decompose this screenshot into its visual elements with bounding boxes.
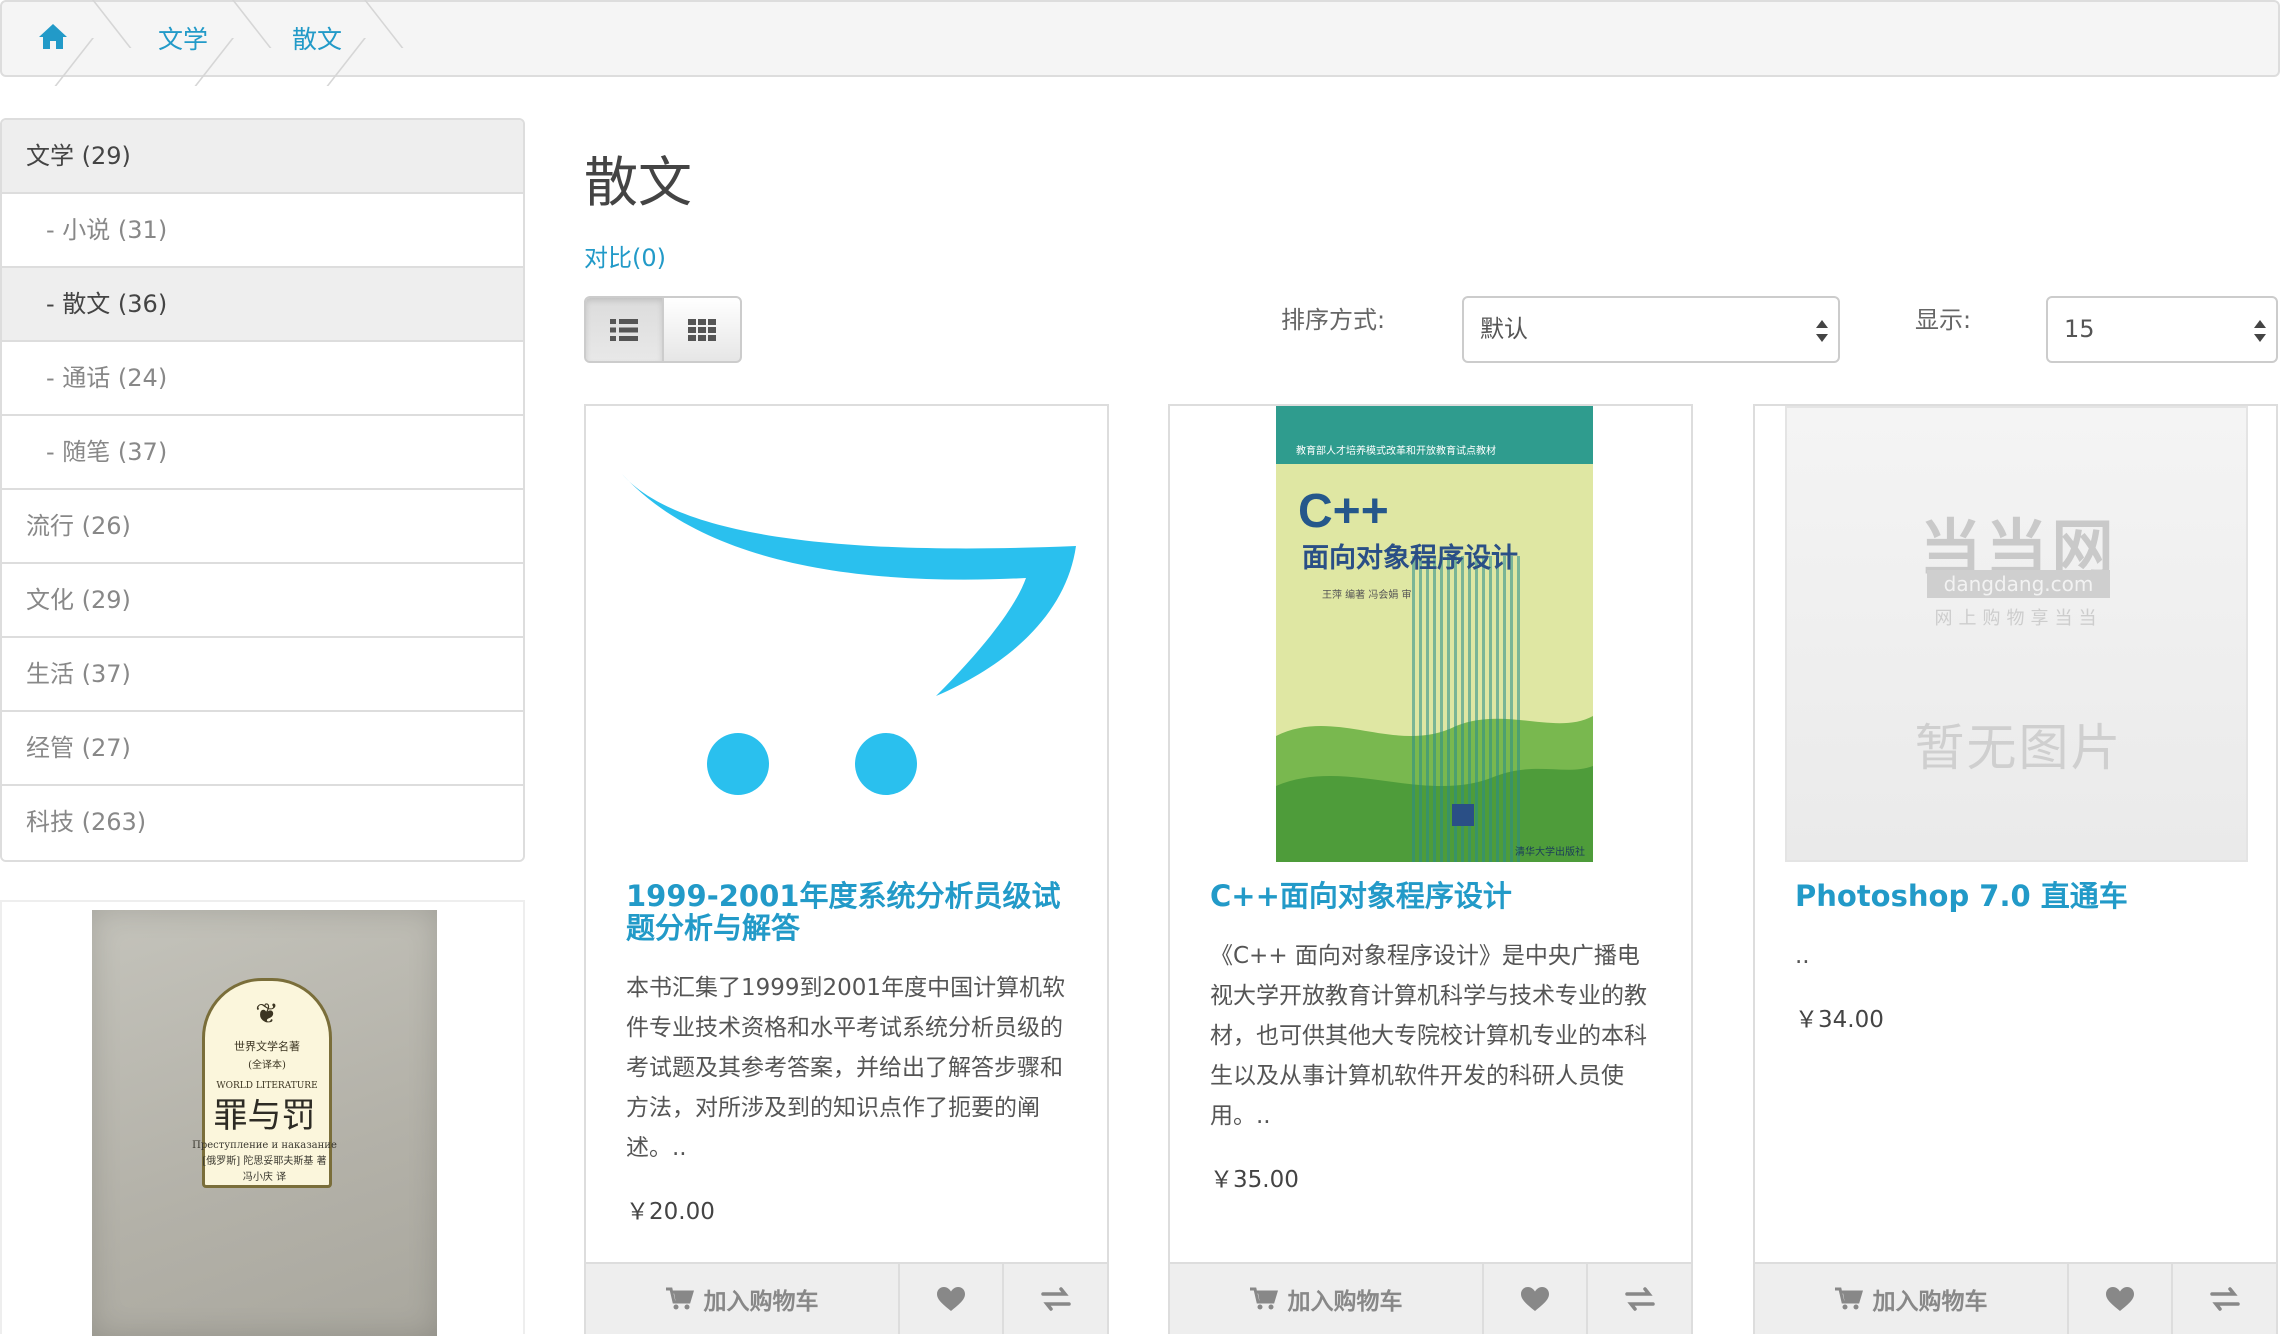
limit-label: 显示: xyxy=(1915,306,1972,334)
add-to-wishlist-button[interactable] xyxy=(900,1264,1004,1334)
product-actions: 加入购物车 xyxy=(1170,1262,1691,1334)
home-icon[interactable] xyxy=(37,20,77,60)
product-image[interactable]: 当当网 dangdang.com 网上购物享当当 暂无图片 xyxy=(1755,406,2276,866)
list-icon xyxy=(610,318,638,341)
cover-logo: C++ xyxy=(1298,485,1389,538)
product-actions: 加入购物车 xyxy=(586,1262,1107,1334)
product-image[interactable] xyxy=(586,406,1107,866)
add-to-cart-button[interactable]: 加入购物车 xyxy=(1755,1264,2069,1334)
category-item-culture[interactable]: 文化 (29) xyxy=(2,564,523,638)
view-toggle xyxy=(584,296,742,363)
no-image-placeholder: 当当网 dangdang.com 网上购物享当当 暂无图片 xyxy=(1785,406,2248,862)
sort-select[interactable]: 默认 xyxy=(1462,296,1840,363)
book-title: 罪与罚 xyxy=(213,1096,316,1136)
placeholder-message: 暂无图片 xyxy=(1914,719,2123,777)
product-price: ￥20.00 xyxy=(626,1199,715,1225)
grid-view-button[interactable] xyxy=(664,298,740,361)
compare-button[interactable] xyxy=(1588,1264,1691,1334)
limit-select[interactable]: 15 xyxy=(2046,296,2278,363)
category-item-literature[interactable]: 文学 (29) xyxy=(2,120,523,194)
book-series-note: (全译本) xyxy=(248,1060,286,1071)
category-item-management[interactable]: 经管 (27) xyxy=(2,712,523,786)
book-subtitle: Преступление и наказание [俄罗斯] 陀思妥耶夫斯基 著… xyxy=(92,1138,437,1186)
sort-label: 排序方式: xyxy=(1281,306,1386,334)
cover-publisher: 清华大学出版社 xyxy=(1515,847,1585,858)
add-to-cart-button[interactable]: 加入购物车 xyxy=(1170,1264,1484,1334)
sort-select-value: 默认 xyxy=(1480,315,1528,343)
cover-title: 面向对象程序设计 xyxy=(1302,543,1518,574)
product-compare-link[interactable]: 对比(0) xyxy=(584,238,666,273)
breadcrumb-separator xyxy=(232,0,272,77)
opencart-cart-icon xyxy=(622,474,1076,795)
product-price: ￥35.00 xyxy=(1210,1167,1299,1193)
category-item-essay[interactable]: - 散文 (36) xyxy=(2,268,523,342)
select-arrows-icon xyxy=(1816,320,1828,342)
product-description: 本书汇集了1999到2001年度中国计算机软件专业技术资格和水平考试系统分析员级… xyxy=(626,975,1066,1161)
ornament-icon: ❦ xyxy=(255,997,279,1030)
category-item-fairy-tale[interactable]: - 通话 (24) xyxy=(2,342,523,416)
add-to-cart-label: 加入购物车 xyxy=(1872,1289,1988,1315)
shopping-cart-icon xyxy=(665,1287,694,1310)
product-name-link[interactable]: C++面向对象程序设计 xyxy=(1210,880,1660,912)
compare-button[interactable] xyxy=(1004,1264,1107,1334)
heart-icon xyxy=(937,1286,965,1311)
product-price: ￥34.00 xyxy=(1795,1007,1884,1033)
book-author: [俄罗斯] 陀思妥耶夫斯基 著 xyxy=(202,1156,327,1167)
cpp-book-cover: 教育部人才培养模式改革和开放教育试点教材 C++ 面向对象程序设计 王萍 编著 … xyxy=(1276,406,1593,862)
breadcrumb: 文学 散文 xyxy=(0,0,2280,77)
product-description: 《C++ 面向对象程序设计》是中央广播电视大学开放教育计算机科学与技术专业的教材… xyxy=(1210,943,1647,1129)
heart-icon xyxy=(2106,1286,2134,1311)
shopping-cart-icon xyxy=(1834,1287,1863,1310)
placeholder-tagline: 网上购物享当当 xyxy=(1934,608,2103,629)
shopping-cart-icon xyxy=(1249,1287,1278,1310)
product-name-link[interactable]: 1999-2001年度系统分析员级试题分析与解答 xyxy=(626,880,1076,944)
category-item-popular[interactable]: 流行 (26) xyxy=(2,490,523,564)
category-list: 文学 (29) - 小说 (31) - 散文 (36) - 通话 (24) - … xyxy=(0,118,525,862)
add-to-cart-button[interactable]: 加入购物车 xyxy=(586,1264,900,1334)
product-description: .. xyxy=(1795,943,1810,969)
add-to-cart-label: 加入购物车 xyxy=(1287,1289,1403,1315)
heart-icon xyxy=(1521,1286,1549,1311)
sidebar-banner[interactable]: ❦ 世界文学名著 (全译本) WORLD LITERATURE 罪与罚 Прес… xyxy=(0,900,525,1336)
add-to-wishlist-button[interactable] xyxy=(1484,1264,1588,1334)
category-item-jottings[interactable]: - 随笔 (37) xyxy=(2,416,523,490)
product-card: 1999-2001年度系统分析员级试题分析与解答 本书汇集了1999到2001年… xyxy=(584,404,1109,1334)
breadcrumb-separator xyxy=(92,0,132,77)
limit-select-value: 15 xyxy=(2064,315,2095,343)
product-card: 当当网 dangdang.com 网上购物享当当 暂无图片 Photoshop … xyxy=(1753,404,2278,1334)
book-cover-image[interactable]: ❦ 世界文学名著 (全译本) WORLD LITERATURE 罪与罚 Прес… xyxy=(92,910,437,1336)
exchange-icon xyxy=(1624,1287,1655,1311)
book-subtitle-ru: Преступление и наказание xyxy=(192,1140,337,1151)
product-image[interactable]: 教育部人才培养模式改革和开放教育试点教材 C++ 面向对象程序设计 王萍 编著 … xyxy=(1170,406,1691,866)
book-translator: 冯小庆 译 xyxy=(242,1172,287,1183)
category-item-novel[interactable]: - 小说 (31) xyxy=(2,194,523,268)
breadcrumb-link-literature[interactable]: 文学 xyxy=(158,24,208,56)
add-to-wishlist-button[interactable] xyxy=(2069,1264,2173,1334)
placeholder-domain: dangdang.com xyxy=(1927,570,2110,598)
book-series: 世界文学名著 xyxy=(234,1040,300,1053)
product-actions: 加入购物车 xyxy=(1755,1262,2276,1334)
breadcrumb-link-essay[interactable]: 散文 xyxy=(292,24,342,56)
cover-series: 教育部人才培养模式改革和开放教育试点教材 xyxy=(1296,446,1496,457)
product-card: 教育部人才培养模式改革和开放教育试点教材 C++ 面向对象程序设计 王萍 编著 … xyxy=(1168,404,1693,1334)
add-to-cart-label: 加入购物车 xyxy=(703,1289,819,1315)
breadcrumb-separator xyxy=(364,0,404,77)
select-arrows-icon xyxy=(2254,320,2266,342)
page-title: 散文 xyxy=(584,151,692,214)
list-view-button[interactable] xyxy=(586,298,664,361)
compare-button[interactable] xyxy=(2173,1264,2276,1334)
product-name-link[interactable]: Photoshop 7.0 直通车 xyxy=(1795,880,2245,912)
exchange-icon xyxy=(2209,1287,2240,1311)
category-item-life[interactable]: 生活 (37) xyxy=(2,638,523,712)
exchange-icon xyxy=(1040,1287,1071,1311)
category-item-technology[interactable]: 科技 (263) xyxy=(2,786,523,860)
grid-icon xyxy=(688,318,716,341)
cover-author: 王萍 编著 冯会娟 审 xyxy=(1322,590,1412,601)
cover-barcode-icon xyxy=(1452,804,1474,826)
